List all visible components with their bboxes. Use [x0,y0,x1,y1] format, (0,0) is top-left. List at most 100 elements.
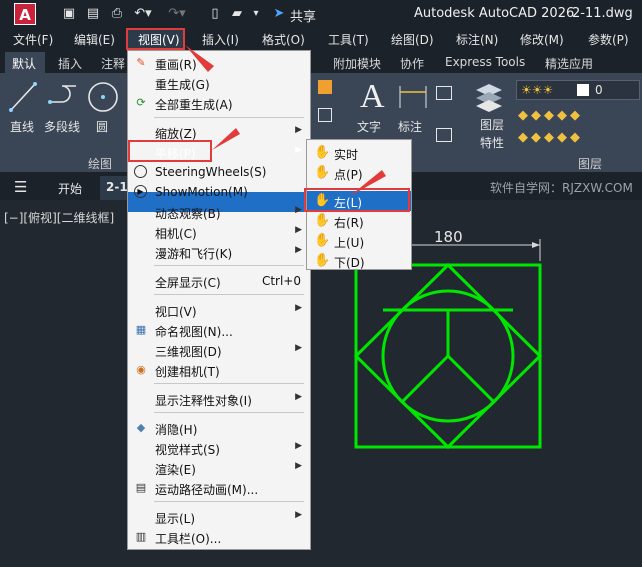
menu-file[interactable]: 文件(F) [13,31,53,48]
showmotion-icon: ▶ [134,185,147,198]
submenu-arrow-icon: ▶ [295,245,302,255]
draw-panel-label[interactable]: 绘图 [88,155,112,172]
viewport-controls-label[interactable]: [−][俯视][二维线框] [4,209,114,226]
line-label[interactable]: 直线 [10,118,34,135]
menu-item-zoom[interactable]: 缩放(Z) ▶ [128,122,310,142]
share-button[interactable]: 共享 [290,6,316,25]
layer-dropdown[interactable]: ☀☀☀ 0 [516,80,640,100]
pan-item-point[interactable]: ✋ 点(P) [307,163,411,183]
menu-draw[interactable]: 绘图(D) [391,31,434,48]
match-properties-icon[interactable] [318,80,332,94]
menu-dimension[interactable]: 标注(N) [456,31,498,48]
menu-item-steeringwheels[interactable]: SteeringWheels(S) [128,162,310,182]
pan-item-down[interactable]: ✋ 下(D) [307,251,411,271]
menu-item-create-camera[interactable]: ◉ 创建相机(T) [128,360,310,380]
menu-separator [154,117,304,118]
menu-item-annotation-objects[interactable]: 显示注释性对象(I) ▶ [128,389,310,409]
view-menu-dropdown: ✎ 重画(R) 重生成(G) ⟳ 全部重生成(A) 缩放(Z) ▶ 平移(P) … [127,50,311,550]
menu-item-3d-views[interactable]: 三维视图(D) ▶ [128,340,310,360]
menu-view[interactable]: 视图(V) [138,31,180,48]
submenu-arrow-icon: ▶ [295,205,302,215]
menu-item-camera[interactable]: 相机(C) ▶ [128,222,310,242]
measure-icon[interactable] [318,108,332,122]
undo-icon[interactable]: ↶▾ [132,5,154,23]
dimension-label[interactable]: 标注 [398,118,422,135]
menu-tools[interactable]: 工具(T) [328,31,369,48]
polyline-label[interactable]: 多段线 [44,118,80,135]
pan-item-up[interactable]: ✋ 上(U) [307,231,411,251]
new-file-icon[interactable]: ▯ [206,5,224,23]
share-icon[interactable]: ➤ [270,5,288,23]
menu-parameter[interactable]: 参数(P) [588,31,629,48]
menu-item-orbit[interactable]: 动态观察(B) ▶ [128,202,310,222]
tab-current-file[interactable]: 2-1 [106,180,128,194]
pan-item-right[interactable]: ✋ 右(R) [307,211,411,231]
menu-item-visual-styles[interactable]: 视觉样式(S) ▶ [128,438,310,458]
menu-item-display[interactable]: 显示(L) ▶ [128,507,310,527]
menu-item-label: 相机(C) [155,227,197,241]
dimension-icon[interactable] [396,82,430,112]
menu-item-hide[interactable]: ◆ 消隐(H) [128,418,310,438]
tab-annotate[interactable]: 注释 [101,55,125,72]
polyline-icon[interactable] [46,80,80,114]
table-icon[interactable] [436,86,452,100]
menu-insert[interactable]: 插入(I) [202,31,239,48]
menu-format[interactable]: 格式(O) [262,31,305,48]
tab-express-tools[interactable]: Express Tools [445,55,525,69]
menu-item-label: 视口(V) [155,305,197,319]
submenu-arrow-icon: ▶ [295,392,302,402]
steeringwheel-icon [134,165,147,178]
menu-item-regen-all[interactable]: ⟳ 全部重生成(A) [128,93,310,113]
menu-item-shortcut: Ctrl+0 [261,274,301,288]
text-icon[interactable]: A [360,78,385,116]
layer-tools-row-2[interactable]: ◆◆◆◆◆ [518,130,583,145]
tab-addins[interactable]: 附加模块 [333,55,381,72]
hamburger-menu-icon[interactable]: ☰ [14,178,27,196]
save-as-icon[interactable]: ▤ [84,5,102,23]
menu-item-toolbars[interactable]: ▥ 工具栏(O)... [128,527,310,547]
tab-start[interactable]: 开始 [58,180,82,197]
text-label[interactable]: 文字 [357,118,381,135]
menu-item-motion-path[interactable]: ▤ 运动路径动画(M)... [128,478,310,498]
save-icon[interactable]: ▣ [60,5,78,23]
redo-icon[interactable]: ↷▾ [166,5,188,23]
submenu-arrow-icon: ▶ [295,461,302,471]
tab-insert[interactable]: 插入 [58,55,82,72]
submenu-arrow-icon: ▶ [295,510,302,520]
quick-access-more-icon[interactable]: ▾ [250,5,262,23]
regen-all-icon: ⟳ [136,96,146,109]
menu-item-redraw[interactable]: ✎ 重画(R) [128,53,310,73]
menu-item-label: 工具栏(O)... [155,532,222,546]
tab-featured-apps[interactable]: 精选应用 [545,55,593,72]
open-folder-icon[interactable]: ▰ [228,5,246,23]
layer-properties-label-1[interactable]: 图层 [480,116,504,133]
layer-panel-label[interactable]: 图层 [578,155,602,172]
layer-color-swatch [577,84,589,96]
menu-item-viewports[interactable]: 视口(V) ▶ [128,300,310,320]
layer-properties-icon[interactable] [472,80,506,114]
layer-tools-row-1[interactable]: ◆◆◆◆◆ [518,108,583,123]
menu-item-regen[interactable]: 重生成(G) [128,73,310,93]
menu-item-named-views[interactable]: ▦ 命名视图(N)... [128,320,310,340]
layer-properties-label-2[interactable]: 特性 [480,134,504,151]
menu-item-fullscreen[interactable]: 全屏显示(C) Ctrl+0 [128,271,310,291]
menu-edit[interactable]: 编辑(E) [74,31,115,48]
menu-item-label: 消隐(H) [155,423,198,437]
circle-icon[interactable] [86,80,120,114]
menu-modify[interactable]: 修改(M) [520,31,564,48]
submenu-arrow-icon: ▶ [295,343,302,353]
menu-item-showmotion[interactable]: ▶ ShowMotion(M) [128,182,310,202]
menu-item-label: 显示注释性对象(I) [155,394,252,408]
print-icon[interactable]: ⎙ [108,5,126,23]
line-icon[interactable] [8,80,38,114]
menu-item-walk-fly[interactable]: 漫游和飞行(K) ▶ [128,242,310,262]
pan-item-callout-box [128,140,212,162]
autocad-logo[interactable]: A [14,3,36,25]
circle-label[interactable]: 圆 [96,118,108,135]
tab-default[interactable]: 默认 [12,55,36,72]
menu-separator [154,383,304,384]
menu-item-render[interactable]: 渲染(E) ▶ [128,458,310,478]
multileader-icon[interactable] [436,128,452,142]
pan-item-realtime[interactable]: ✋ 实时 [307,143,411,163]
tab-collaborate[interactable]: 协作 [400,55,424,72]
